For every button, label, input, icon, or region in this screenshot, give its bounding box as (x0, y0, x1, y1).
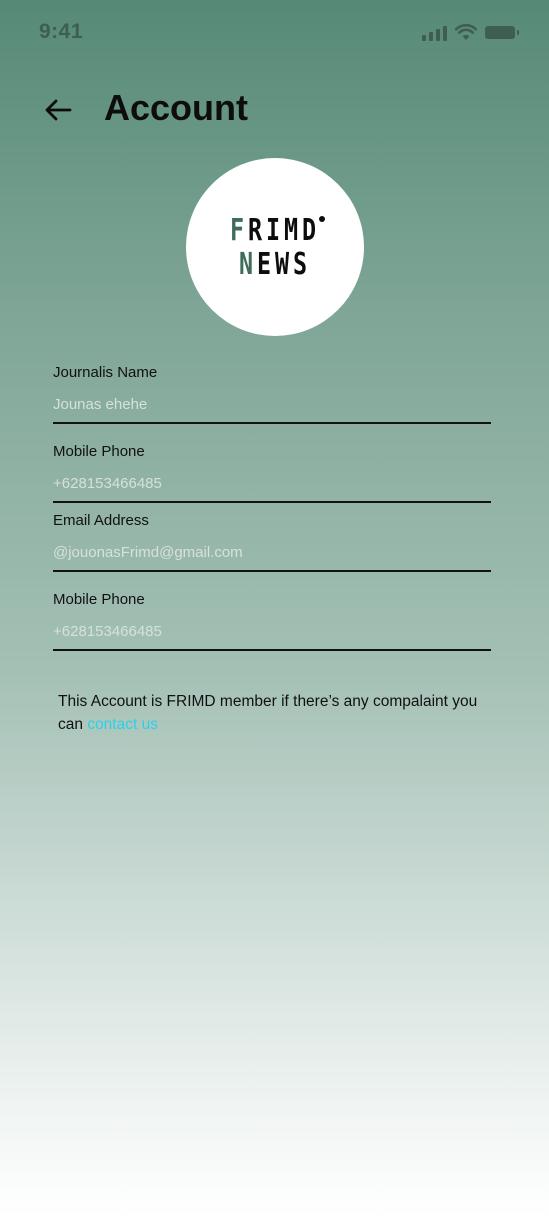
battery-icon (485, 26, 519, 39)
status-time: 9:41 (39, 20, 84, 43)
field-label: Journalis Name (53, 364, 158, 381)
field-value[interactable]: +628153466485 (53, 475, 162, 492)
membership-note: This Account is FRIMD member if there’s … (58, 690, 498, 736)
status-icons (422, 24, 519, 41)
arrow-left-icon (45, 99, 72, 121)
contact-us-link[interactable]: contact us (87, 716, 158, 733)
field-value[interactable]: @jouonasFrimd@gmail.com (53, 544, 243, 561)
logo-line-2-rest: EWS (257, 247, 311, 282)
mobile-phone-field[interactable]: Mobile Phone +628153466485 (53, 443, 491, 503)
email-address-field[interactable]: Email Address @jouonasFrimd@gmail.com (53, 512, 491, 572)
field-label: Email Address (53, 512, 149, 529)
field-value[interactable]: Jounas ehehe (53, 396, 147, 413)
logo-line-2: NEWS (206, 248, 345, 282)
field-value[interactable]: +628153466485 (53, 623, 162, 640)
status-bar: 9:41 (0, 0, 549, 66)
signal-icon (422, 25, 447, 41)
logo-letter-n: N (239, 247, 258, 282)
logo-text: FRIMD NEWS (186, 214, 364, 282)
journalist-name-field[interactable]: Journalis Name Jounas ehehe (53, 364, 491, 424)
wifi-icon (455, 24, 477, 40)
page-title: Account (104, 87, 248, 128)
logo-dot (319, 216, 325, 222)
mobile-phone-field-2[interactable]: Mobile Phone +628153466485 (53, 591, 491, 651)
logo-line-1-rest: RIMD (248, 213, 320, 248)
field-label: Mobile Phone (53, 443, 145, 460)
field-label: Mobile Phone (53, 591, 145, 608)
frimd-news-logo: FRIMD NEWS (186, 158, 364, 336)
header: Account (0, 84, 549, 134)
logo-letter-f: F (230, 213, 249, 248)
back-button[interactable] (38, 90, 78, 130)
